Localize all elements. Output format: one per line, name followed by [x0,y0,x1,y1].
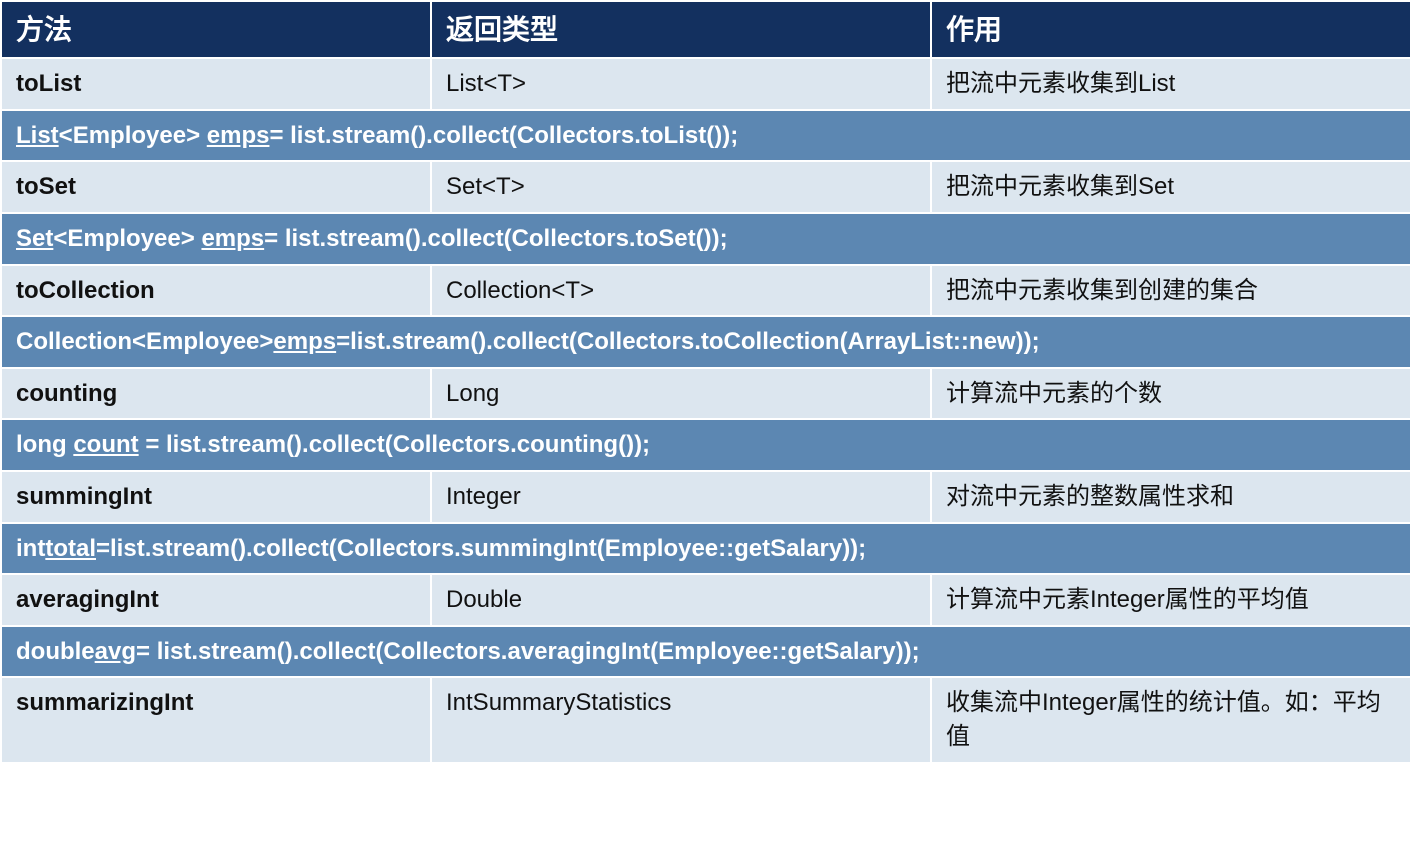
cell-return-type: Double [431,574,931,626]
code-text: = list.stream().collect(Collectors.count… [139,431,650,458]
cell-use: 计算流中元素的个数 [931,368,1410,420]
table-code-row: long count = list.stream().collect(Colle… [1,419,1410,471]
code-text: = list.stream().collect(Collectors.toLis… [269,122,738,149]
cell-method: toCollection [1,265,431,317]
code-underline: avg [95,638,136,665]
cell-use: 对流中元素的整数属性求和 [931,471,1410,523]
cell-return-type: Integer [431,471,931,523]
code-underline: count [73,431,138,458]
code-underline: emps [273,328,336,355]
table-row: toCollection Collection<T> 把流中元素收集到创建的集合 [1,265,1410,317]
table-row: toSet Set<T> 把流中元素收集到Set [1,161,1410,213]
table-code-row: doubleavg= list.stream().collect(Collect… [1,626,1410,678]
cell-use: 把流中元素收集到List [931,58,1410,110]
table-header-row: 方法 返回类型 作用 [1,1,1410,58]
cell-return-type: IntSummaryStatistics [431,677,931,762]
code-text: = list.stream().collect(Collectors.avera… [136,638,920,665]
code-underline: total [45,535,96,562]
cell-code: long count = list.stream().collect(Colle… [1,419,1410,471]
code-underline: Set [16,225,53,252]
code-text: <Employee> [59,122,207,149]
cell-use: 把流中元素收集到创建的集合 [931,265,1410,317]
code-text: double [16,638,95,665]
cell-return-type: List<T> [431,58,931,110]
code-text: <Employee> [53,225,201,252]
cell-method: summarizingInt [1,677,431,762]
table-row: toList List<T> 把流中元素收集到List [1,58,1410,110]
code-underline: emps [207,122,270,149]
cell-code: inttotal=list.stream().collect(Collector… [1,523,1410,575]
code-text: int [16,535,45,562]
table-row: summingInt Integer 对流中元素的整数属性求和 [1,471,1410,523]
cell-code: doubleavg= list.stream().collect(Collect… [1,626,1410,678]
cell-code: List<Employee> emps= list.stream().colle… [1,110,1410,162]
table-code-row: Set<Employee> emps= list.stream().collec… [1,213,1410,265]
code-text: long [16,431,73,458]
code-underline: List [16,122,59,149]
cell-return-type: Long [431,368,931,420]
cell-method: toList [1,58,431,110]
header-return-type: 返回类型 [431,1,931,58]
table-code-row: List<Employee> emps= list.stream().colle… [1,110,1410,162]
code-text: = list.stream().collect(Collectors.toSet… [264,225,727,252]
table-code-row: Collection<Employee>emps=list.stream().c… [1,316,1410,368]
code-underline: emps [201,225,264,252]
cell-method: summingInt [1,471,431,523]
table-row: averagingInt Double 计算流中元素Integer属性的平均值 [1,574,1410,626]
collectors-table: 方法 返回类型 作用 toList List<T> 把流中元素收集到List L… [0,0,1410,764]
table-row: summarizingInt IntSummaryStatistics 收集流中… [1,677,1410,762]
cell-method: averagingInt [1,574,431,626]
cell-method: toSet [1,161,431,213]
table-row: counting Long 计算流中元素的个数 [1,368,1410,420]
cell-return-type: Set<T> [431,161,931,213]
cell-use: 计算流中元素Integer属性的平均值 [931,574,1410,626]
header-use: 作用 [931,1,1410,58]
cell-method: counting [1,368,431,420]
cell-use: 收集流中Integer属性的统计值。如：平均值 [931,677,1410,762]
table-code-row: inttotal=list.stream().collect(Collector… [1,523,1410,575]
code-text: =list.stream().collect(Collectors.summin… [96,535,866,562]
cell-code: Set<Employee> emps= list.stream().collec… [1,213,1410,265]
code-text: =list.stream().collect(Collectors.toColl… [336,328,1039,355]
cell-use: 把流中元素收集到Set [931,161,1410,213]
code-text: Collection<Employee> [16,328,273,355]
cell-code: Collection<Employee>emps=list.stream().c… [1,316,1410,368]
cell-return-type: Collection<T> [431,265,931,317]
header-method: 方法 [1,1,431,58]
